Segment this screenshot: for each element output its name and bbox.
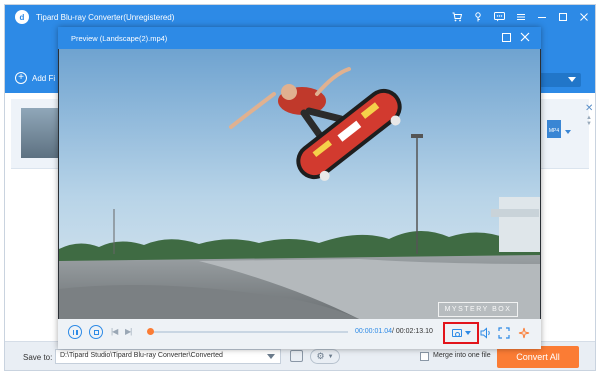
current-time: 00:00:01.04 bbox=[355, 328, 392, 335]
chevron-down-icon: ▼ bbox=[327, 353, 334, 360]
title-bar: d Tipard Blu-ray Converter(Unregistered) bbox=[5, 5, 595, 29]
preview-dialog: Preview (Landscape(2).mp4) MYSTERY BOX |… bbox=[58, 27, 541, 349]
add-files-label: Add Fi bbox=[32, 73, 56, 83]
feedback-icon[interactable] bbox=[494, 12, 505, 22]
remove-file-icon[interactable]: ✕ bbox=[585, 103, 593, 114]
video-thumbnail[interactable] bbox=[21, 108, 61, 158]
minimize-icon[interactable] bbox=[537, 12, 547, 22]
menu-icon[interactable] bbox=[516, 12, 526, 22]
maximize-icon[interactable] bbox=[502, 33, 511, 42]
open-folder-icon[interactable] bbox=[290, 350, 303, 362]
merge-label: Merge into one file bbox=[433, 352, 491, 359]
progress-handle[interactable] bbox=[147, 328, 154, 335]
stop-icon bbox=[93, 329, 99, 335]
save-to-label: Save to: bbox=[23, 353, 53, 362]
previous-frame-icon[interactable]: |◀ bbox=[111, 327, 118, 336]
plus-icon: + bbox=[15, 72, 27, 84]
chevron-down-icon[interactable] bbox=[464, 331, 471, 335]
progress-bar[interactable] bbox=[147, 328, 348, 335]
stop-button[interactable] bbox=[89, 325, 103, 339]
save-path-dropdown-icon[interactable] bbox=[267, 354, 275, 359]
preview-title-bar: Preview (Landscape(2).mp4) bbox=[58, 27, 541, 49]
video-frame[interactable]: MYSTERY BOX bbox=[59, 49, 540, 319]
chevron-down-icon bbox=[568, 77, 576, 82]
close-icon[interactable] bbox=[518, 30, 532, 44]
output-format-badge[interactable]: MP4 bbox=[547, 120, 561, 138]
maximize-icon[interactable] bbox=[558, 12, 568, 22]
mystery-box-watermark: MYSTERY BOX bbox=[438, 302, 518, 317]
next-frame-icon[interactable]: ▶| bbox=[125, 327, 132, 336]
pause-icon bbox=[72, 329, 78, 335]
pause-button[interactable] bbox=[68, 325, 82, 339]
volume-icon[interactable] bbox=[480, 327, 492, 341]
add-files-button[interactable]: + Add Fi bbox=[15, 72, 55, 84]
playback-controls: |◀ ▶| 00:00:01.04/ 00:02:13.10 bbox=[58, 319, 541, 349]
convert-all-button[interactable]: Convert All bbox=[497, 346, 579, 368]
skateboard-scene-image bbox=[59, 49, 540, 319]
merge-checkbox[interactable] bbox=[420, 352, 429, 361]
fullscreen-icon[interactable] bbox=[498, 327, 510, 341]
title-bar-controls bbox=[452, 5, 589, 29]
settings-button[interactable]: ⚙ ▼ bbox=[310, 349, 340, 364]
preview-title: Preview (Landscape(2).mp4) bbox=[71, 33, 168, 43]
app-logo: d bbox=[15, 10, 29, 24]
save-path-field[interactable]: D:\Tipard Studio\Tipard Blu-ray Converte… bbox=[55, 349, 281, 364]
total-time: / 00:02:13.10 bbox=[391, 328, 433, 335]
time-display: 00:00:01.04/ 00:02:13.10 bbox=[355, 328, 433, 335]
gear-icon: ⚙ bbox=[316, 351, 325, 361]
effects-icon[interactable] bbox=[518, 327, 530, 341]
app-title: Tipard Blu-ray Converter(Unregistered) bbox=[36, 12, 175, 22]
camera-icon[interactable] bbox=[451, 329, 462, 337]
snapshot-highlight[interactable] bbox=[443, 322, 479, 344]
close-icon[interactable] bbox=[579, 12, 589, 22]
cart-icon[interactable] bbox=[452, 12, 462, 22]
reorder-icon[interactable]: ▲ ▼ bbox=[586, 115, 592, 127]
format-dropdown-icon[interactable] bbox=[565, 130, 571, 134]
key-icon[interactable] bbox=[473, 12, 483, 22]
